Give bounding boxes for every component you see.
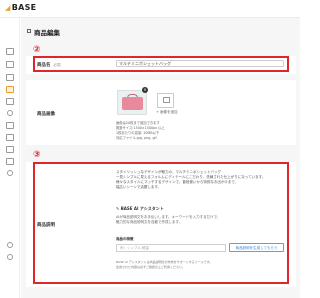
product-edit-icon: [27, 29, 31, 33]
product-name-label-text: 商品名: [37, 63, 51, 68]
ai-keyword-input[interactable]: 例：シンプル 軽量: [116, 244, 226, 252]
product-thumbnail[interactable]: [117, 90, 147, 115]
description-line: 幅広いシーンで活躍します。: [116, 185, 161, 189]
order-icon[interactable]: [6, 98, 14, 105]
product-name-label: 商品名 必須: [37, 62, 61, 68]
top-bar: ◢BASE: [0, 0, 300, 18]
description-textarea[interactable]: スタイリッシュなデザインが魅力の、マルチミニポシェットバッグ 一見シンプルに見え…: [116, 170, 286, 190]
image-notes: 画像は20枚まで追加できます 推奨サイズ:1500×1500px 以上 1枚あた…: [116, 121, 165, 141]
settings-icon[interactable]: [7, 242, 13, 248]
apps-icon[interactable]: [6, 134, 14, 141]
add-image-button[interactable]: [157, 93, 174, 108]
remove-image-icon[interactable]: ×: [142, 87, 148, 93]
product-image-label: 商品画像: [37, 112, 55, 117]
annotation-badge-3: ③: [33, 150, 41, 160]
design-icon[interactable]: [6, 122, 14, 129]
mail-icon[interactable]: [6, 48, 14, 55]
store-icon[interactable]: [6, 61, 14, 68]
coin-icon[interactable]: [7, 170, 13, 176]
bag-image: [122, 97, 143, 110]
base-logo[interactable]: ◢BASE: [5, 3, 36, 12]
home-icon[interactable]: [6, 74, 14, 81]
ai-assistant-description: AIが商品説明文をお手伝いします。キーワードを入力するだけで、 魅力的な商品説明…: [116, 215, 284, 225]
page-title: 商品編集: [34, 29, 60, 37]
footnote: 生成された内容は必ずご確認の上ご利用ください。: [116, 264, 186, 269]
page: ◢BASE 商品編集 ② 商品名必須 マルチミニポシェットバッグ 商品画像 ×: [0, 0, 300, 298]
image-icon: [163, 97, 170, 103]
sidebar: [0, 18, 20, 298]
image-note: 対応ファイル:jpg, png, gif: [116, 136, 157, 140]
annotation-badge-2: ②: [33, 45, 41, 55]
product-icon[interactable]: [6, 86, 14, 93]
logo-icon: ◢: [5, 4, 11, 12]
description-label: 商品説明: [37, 223, 55, 228]
generate-description-button[interactable]: 商品説明を生成してもらう: [229, 243, 284, 252]
analytics-icon[interactable]: [6, 146, 14, 153]
logo-text: BASE: [11, 3, 37, 12]
product-name-input[interactable]: マルチミニポシェットバッグ: [116, 60, 284, 67]
ai-footnotes: BASE AI アシスタントは商品説明文の作成をサポートするツールです。 生成さ…: [116, 260, 286, 269]
required-tag: 必須: [53, 63, 61, 67]
help-icon[interactable]: [7, 254, 13, 260]
add-image-label[interactable]: + 画像を追加: [156, 110, 178, 115]
customer-icon[interactable]: [7, 110, 13, 116]
ai-assistant-title: ✎ BASE AI アシスタント: [116, 206, 164, 211]
ai-input-label: 商品の特徴: [116, 237, 134, 241]
ai-desc-line: 魅力的な商品説明文を自動で作成します。: [116, 220, 183, 224]
edit-icon[interactable]: [6, 158, 14, 165]
